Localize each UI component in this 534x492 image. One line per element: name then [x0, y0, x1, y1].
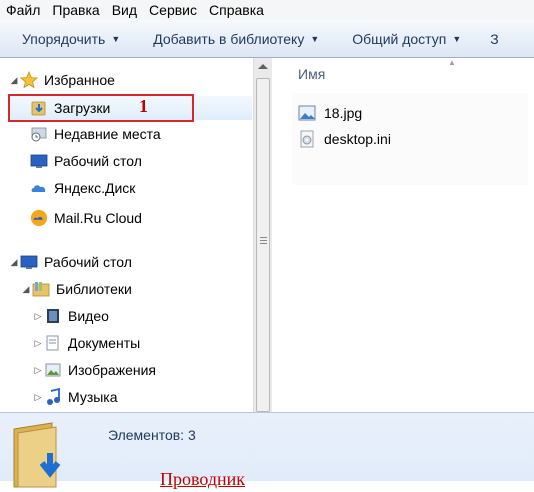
tree-item-label: Рабочий стол: [44, 254, 132, 270]
file-name: 18.jpg: [324, 105, 363, 121]
scroll-up-icon[interactable]: [258, 64, 268, 69]
organize-label: Упорядочить: [22, 30, 106, 47]
menu-edit[interactable]: Правка: [46, 2, 105, 18]
tree-item-label: Загрузки: [54, 100, 111, 116]
chevron-down-icon: ▼: [452, 33, 462, 44]
add-to-library-label: Добавить в библиотеку: [153, 30, 305, 47]
tree-item-label: Библиотеки: [56, 281, 132, 297]
column-header-name[interactable]: Имя: [298, 66, 325, 82]
collapse-arrow-icon[interactable]: ▷: [32, 365, 44, 376]
item-count: Элементов: 3: [108, 427, 196, 443]
menu-file[interactable]: Файл: [0, 2, 46, 18]
documents-icon: [44, 334, 62, 352]
expand-arrow-icon[interactable]: ◢: [8, 257, 20, 268]
menu-bar: Файл Правка Вид Сервис Справка: [0, 0, 534, 20]
recent-places-icon: [30, 125, 48, 143]
tree-item-label: Изображения: [68, 362, 156, 378]
images-icon: [44, 361, 62, 379]
tree-item-downloads[interactable]: Загрузки: [30, 97, 110, 119]
settings-file-icon: [298, 130, 316, 148]
desktop-icon: [20, 253, 38, 271]
chevron-down-icon: ▼: [111, 33, 121, 44]
scroll-thumb[interactable]: [256, 78, 270, 412]
more-label: З: [490, 30, 499, 47]
menu-tools[interactable]: Сервис: [143, 2, 203, 18]
sort-caret-icon: ▲: [448, 58, 456, 67]
tree-item-label: Недавние места: [54, 126, 161, 142]
cloud-icon: [30, 179, 48, 197]
tree-item-label: Музыка: [68, 389, 118, 405]
collapse-arrow-icon[interactable]: ▷: [32, 311, 44, 322]
share-label: Общий доступ: [352, 30, 447, 47]
file-list-pane: ▲ Имя 18.jpg desktop.ini: [272, 58, 534, 412]
image-file-icon: [298, 104, 316, 122]
expand-arrow-icon[interactable]: ◢: [8, 75, 20, 86]
tree-item-label: Рабочий стол: [54, 153, 142, 169]
tree-item-label: Документы: [68, 335, 141, 351]
add-to-library-button[interactable]: Добавить в библиотеку ▼: [131, 31, 330, 47]
tree-item-video[interactable]: ▷ Видео: [32, 305, 109, 327]
tree-item-mailru-cloud[interactable]: Mail.Ru Cloud: [30, 207, 142, 229]
music-icon: [44, 388, 62, 406]
downloads-folder-icon: [30, 99, 48, 117]
tree-item-libraries[interactable]: ◢ Библиотеки: [20, 278, 132, 300]
desktop-icon: [30, 152, 48, 170]
tree-item-label: Mail.Ru Cloud: [54, 210, 142, 226]
expand-arrow-icon[interactable]: ◢: [20, 284, 32, 295]
more-button[interactable]: З: [472, 31, 509, 47]
file-item[interactable]: 18.jpg: [298, 102, 362, 124]
details-pane: Элементов: 3 Проводник: [0, 412, 534, 489]
menu-help[interactable]: Справка: [203, 2, 270, 18]
tree-item-label: Избранное: [44, 72, 115, 88]
video-icon: [44, 307, 62, 325]
star-icon: [20, 71, 38, 89]
tree-item-images[interactable]: ▷ Изображения: [32, 359, 156, 381]
tree-item-recent-places[interactable]: Недавние места: [30, 123, 161, 145]
tree-item-label: Видео: [68, 308, 109, 324]
nav-scrollbar[interactable]: [253, 58, 272, 412]
tree-item-yandex-disk[interactable]: Яндекс.Диск: [30, 177, 135, 199]
file-item[interactable]: desktop.ini: [298, 128, 391, 150]
chevron-down-icon: ▼: [310, 33, 320, 44]
file-name: desktop.ini: [324, 131, 391, 147]
grip-icon: [260, 237, 267, 244]
menu-view[interactable]: Вид: [106, 2, 143, 18]
collapse-arrow-icon[interactable]: ▷: [32, 392, 44, 403]
mailru-cloud-icon: [30, 209, 48, 227]
collapse-arrow-icon[interactable]: ▷: [32, 338, 44, 349]
annotation-number: 1: [139, 96, 148, 116]
organize-button[interactable]: Упорядочить ▼: [0, 31, 131, 47]
libraries-icon: [32, 280, 50, 298]
command-bar: Упорядочить ▼ Добавить в библиотеку ▼ Об…: [0, 20, 534, 58]
tree-item-desktop[interactable]: ◢ Рабочий стол: [8, 251, 132, 273]
share-button[interactable]: Общий доступ ▼: [330, 31, 472, 47]
tree-item-label: Яндекс.Диск: [54, 180, 136, 196]
tree-item-favorites[interactable]: ◢ Избранное: [8, 69, 115, 91]
downloads-folder-icon: [12, 421, 68, 488]
tree-item-desktop-favorite[interactable]: Рабочий стол: [30, 150, 142, 172]
tree-item-documents[interactable]: ▷ Документы: [32, 332, 141, 354]
tree-item-music[interactable]: ▷ Музыка: [32, 386, 118, 408]
